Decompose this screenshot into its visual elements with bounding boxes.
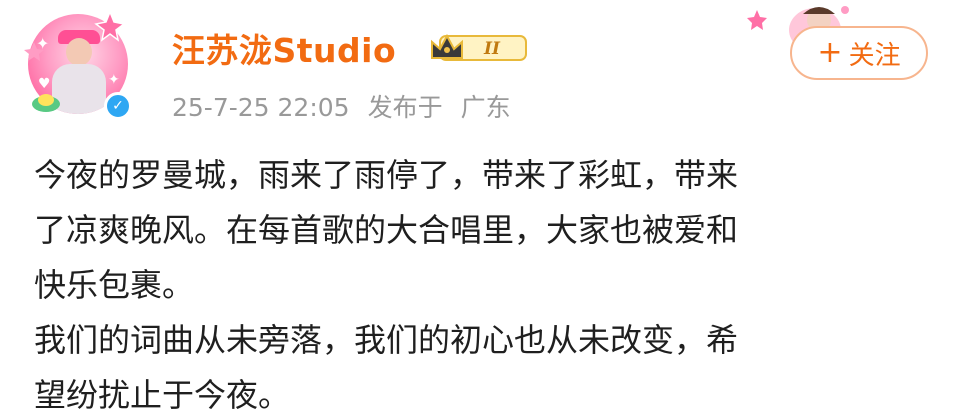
- post-content-line: 我们的词曲从未旁落，我们的初心也从未改变，希: [34, 321, 739, 359]
- post-content-line: 今夜的罗曼城，雨来了雨停了，带来了彩虹，带来: [34, 156, 739, 194]
- avatar-head-shape: [66, 38, 92, 66]
- level-crown-badge: II: [431, 33, 527, 61]
- avatar[interactable]: ✦ ✦ ♥ ✓: [24, 8, 136, 120]
- post-location: 广东: [460, 93, 511, 122]
- sparkle-icon: ✦: [108, 72, 120, 88]
- post-source: 发布于: [367, 93, 443, 122]
- post-content-line: 望纷扰止于今夜。: [34, 376, 291, 410]
- post-time: 25-7-25 22:05: [172, 93, 350, 122]
- follow-button[interactable]: + 关注: [790, 26, 928, 80]
- avatar-body-shape: [52, 64, 106, 114]
- heart-icon: ♥: [38, 76, 51, 92]
- post-content: 今夜的罗曼城，雨来了雨停了，带来了彩虹，带来 了凉爽晚风。在每首歌的大合唱里，大…: [34, 148, 934, 410]
- post-meta: 25-7-25 22:05 发布于 广东: [172, 88, 529, 124]
- verified-check-icon: ✓: [104, 92, 132, 120]
- level-badge-text: II: [483, 39, 501, 59]
- sparkle-icon: ✦: [36, 34, 50, 53]
- follow-label: 关注: [848, 40, 901, 71]
- author-name[interactable]: 汪苏泷Studio: [172, 24, 396, 72]
- post-content-line: 快乐包裹。: [34, 266, 195, 304]
- plus-icon: +: [817, 35, 843, 70]
- weibo-post-card: ✦ ✦ ♥ ✓ 汪苏泷Studio II 25-7-25 22:05 发布于 广东 …: [0, 0, 960, 410]
- post-content-line: 了凉爽晚风。在每首歌的大合唱里，大家也被爱和: [34, 211, 739, 249]
